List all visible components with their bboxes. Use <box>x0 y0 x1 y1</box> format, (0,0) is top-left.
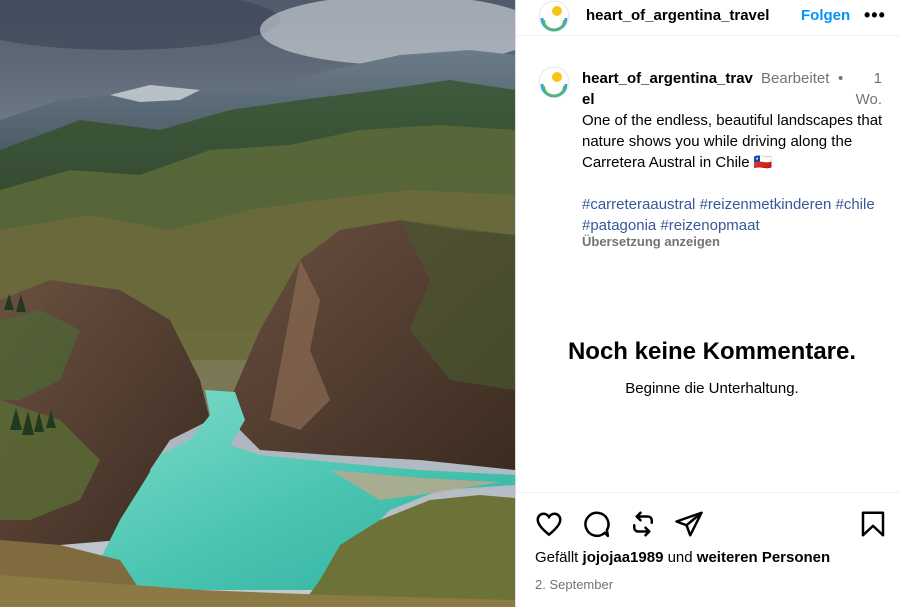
post-time[interactable]: 1 Wo. <box>846 68 882 110</box>
no-comments-title: Noch keine Kommentare. <box>567 338 857 365</box>
likes-middle: und <box>667 549 693 566</box>
caption-avatar[interactable] <box>538 66 570 98</box>
share-icon[interactable] <box>674 509 704 539</box>
post-sidebar: heart_of_argentina_travel Folgen ••• hea… <box>515 0 900 607</box>
comment-icon[interactable] <box>581 509 611 539</box>
start-conversation-text: Beginne die Unterhaltung. <box>625 380 799 397</box>
avatar[interactable] <box>538 0 570 32</box>
likes-prefix: Gefällt <box>535 549 579 566</box>
caption-username[interactable]: heart_of_argentina_travel <box>582 68 760 110</box>
repost-icon[interactable] <box>628 509 658 539</box>
separator-dot: • <box>838 70 844 87</box>
hashtag-link[interactable]: #carreteraaustral <box>582 196 695 213</box>
caption-text: One of the endless, beautiful landscapes… <box>582 112 883 171</box>
show-translation-link[interactable]: Übersetzung anzeigen <box>582 234 720 249</box>
header-username[interactable]: heart_of_argentina_travel <box>586 7 769 24</box>
edited-label: Bearbeitet <box>761 70 830 87</box>
hashtag-link[interactable]: #chile <box>835 196 874 213</box>
liker-username[interactable]: jojojaa1989 <box>583 549 664 566</box>
post-actions: Gefällt jojojaa1989 und weiteren Persone… <box>516 492 900 607</box>
bookmark-icon[interactable] <box>858 509 888 539</box>
heart-icon[interactable] <box>534 509 564 539</box>
hashtags: #carreteraaustral #reizenmetkinderen #ch… <box>582 194 892 236</box>
hashtag-link[interactable]: #patagonia <box>582 217 656 234</box>
post-photo[interactable] <box>0 0 515 607</box>
landscape-image <box>0 0 515 607</box>
follow-button[interactable]: Folgen <box>801 7 850 24</box>
other-likers-link[interactable]: weiteren Personen <box>697 549 830 566</box>
post-header: heart_of_argentina_travel Folgen ••• <box>516 0 900 36</box>
more-options-icon[interactable]: ••• <box>864 2 886 28</box>
likes-summary: Gefällt jojojaa1989 und weiteren Persone… <box>535 549 830 566</box>
hashtag-link[interactable]: #reizenopmaat <box>660 217 759 234</box>
hashtag-link[interactable]: #reizenmetkinderen <box>700 196 832 213</box>
post-date: 2. September <box>535 577 614 592</box>
